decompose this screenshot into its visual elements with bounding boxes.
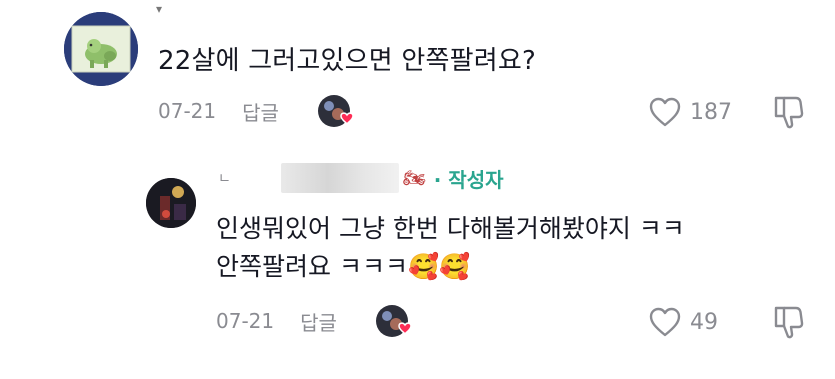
top-comment-dislike-button[interactable]: [770, 94, 804, 134]
thumbs-down-icon: [774, 96, 804, 129]
creator-liked-avatar: [317, 94, 354, 128]
reply-comment-dislike-button[interactable]: [770, 304, 804, 344]
top-comment-username-fragment: ▾: [156, 2, 163, 16]
reply-comment-avatar[interactable]: [146, 178, 196, 228]
top-comment-meta: 07-21 답글: [158, 92, 354, 130]
top-comment-avatar[interactable]: [64, 12, 138, 86]
reply-comment-text-line-2: 안쪽팔려요 ㅋㅋㅋ🥰🥰: [216, 252, 471, 281]
reply-comment-reply-button[interactable]: 답글: [300, 307, 337, 336]
top-comment-like-button[interactable]: 187: [648, 94, 732, 130]
author-badge: · 작성자: [433, 167, 504, 192]
reply-username-redacted[interactable]: [280, 163, 399, 193]
heart-outline-icon: [649, 307, 681, 337]
creator-liked-avatar: [375, 304, 412, 338]
reply-comment-text-line-1: 인생뭐있어 그냥 한번 다해볼거해봤야지 ㅋㅋ: [216, 214, 685, 243]
reply-comment-meta: 07-21 답글: [216, 302, 412, 340]
heart-outline-icon: [649, 97, 681, 127]
top-comment-date: 07-21: [158, 99, 217, 123]
reply-comment-avatar-image: [146, 178, 196, 228]
top-comment-like-count: 187: [690, 99, 732, 125]
top-comment-text: 22살에 그러고있으면 안쪽팔려요?: [158, 46, 536, 76]
top-comment-reply-button[interactable]: 답글: [242, 97, 279, 126]
reply-name-emoji: 🏍: [402, 167, 426, 189]
thumbs-down-icon: [774, 306, 804, 339]
reply-comment-text: 인생뭐있어 그냥 한번 다해볼거해봤야지 ㅋㅋ 안쪽팔려요 ㅋㅋㅋ🥰🥰: [216, 210, 685, 286]
reply-comment-like-count: 49: [690, 309, 718, 335]
top-comment-avatar-image: [64, 12, 138, 86]
reply-comment-header: ㄴ 🏍 · 작성자: [218, 160, 504, 196]
reply-comment-like-button[interactable]: 49: [648, 304, 718, 340]
reply-comment-date: 07-21: [216, 309, 275, 333]
reply-username-prefix: ㄴ: [218, 171, 231, 187]
